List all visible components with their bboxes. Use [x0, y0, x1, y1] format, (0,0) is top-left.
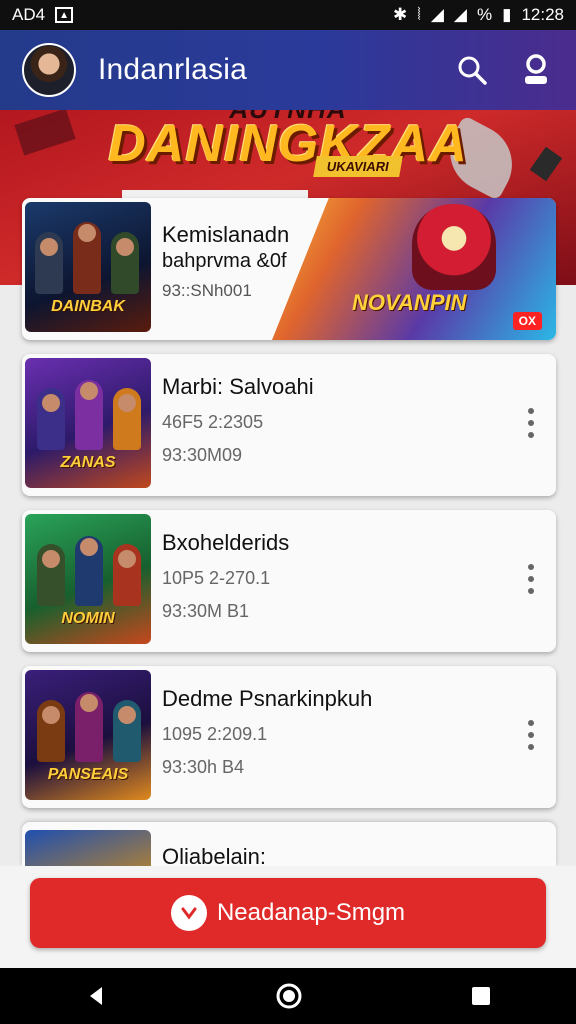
- clock: 12:28: [521, 5, 564, 24]
- battery-percent: %: [476, 5, 493, 24]
- more-options-button[interactable]: [524, 408, 538, 438]
- featured-game-card[interactable]: DAINBAK NOVANPIN OX Kemislanadn bahprvma…: [22, 198, 556, 340]
- game-subtitle: bahprvma &0f: [162, 250, 287, 272]
- notification-icon: ▲: [55, 7, 74, 23]
- recents-icon[interactable]: [470, 985, 492, 1007]
- game-title: Marbi: Salvoahi: [162, 374, 314, 399]
- game-meta: 10P5 2-270.1: [162, 568, 271, 588]
- game-title: Bxohelderids: [162, 530, 290, 555]
- search-icon: [458, 56, 487, 85]
- app-title: Indanrlasia: [98, 53, 247, 86]
- more-vert-icon: [528, 408, 534, 414]
- character-head: [40, 238, 58, 256]
- character-head: [118, 550, 136, 568]
- game-meta: 93::SNh001: [162, 281, 252, 300]
- character-head: [42, 706, 60, 724]
- game-card[interactable]: PANSEAIS Dedme Psnarkinpkuh 1095 2:209.1…: [22, 666, 556, 808]
- game-thumbnail: ZANAS: [25, 358, 151, 488]
- status-bar: AD4 ▲ ✱ ⦚ ◢ ◢ % ▮ 12:28: [0, 0, 576, 30]
- game-card-partial[interactable]: Oliabelain:: [22, 822, 556, 866]
- game-card[interactable]: ZANAS Marbi: Salvoahi 46F5 2:2305 93:30M…: [22, 354, 556, 496]
- game-info: Bxohelderids 10P5 2-270.1 93:30M B1: [162, 530, 289, 622]
- carrier-label: AD4: [12, 5, 46, 24]
- more-options-button[interactable]: [524, 564, 538, 594]
- bluetooth-icon: ✱: [393, 5, 408, 24]
- character-head: [80, 694, 98, 712]
- app-bar: Indanrlasia: [0, 30, 576, 110]
- character-head: [80, 538, 98, 556]
- game-list: DAINBAK NOVANPIN OX Kemislanadn bahprvma…: [22, 198, 556, 822]
- artwork-label: NOVANPIN: [352, 290, 467, 315]
- game-thumbnail: PANSEAIS: [25, 670, 151, 800]
- signal-icon: ◢: [453, 5, 467, 24]
- game-title: Kemislanadn: [162, 222, 290, 247]
- game-thumbnail: NOMIN: [25, 514, 151, 644]
- download-icon: [170, 895, 207, 931]
- more-options-button[interactable]: [524, 720, 538, 750]
- robot-character: [412, 204, 496, 290]
- game-meta: 93:30M B1: [162, 601, 250, 621]
- vibrate-icon: ⦚: [417, 5, 421, 24]
- avatar[interactable]: [22, 43, 76, 97]
- profile-icon: [525, 54, 547, 84]
- system-nav-bar: [0, 968, 576, 1024]
- banner-logo: DANINGKZAA: [108, 115, 468, 173]
- character-head: [118, 706, 136, 724]
- thumbnail-title: NOMIN: [61, 610, 115, 627]
- game-meta: 93:30M09: [162, 445, 243, 465]
- thumbnail-title: PANSEAIS: [47, 766, 129, 783]
- character-head: [80, 382, 98, 400]
- game-info: Marbi: Salvoahi 46F5 2:2305 93:30M09: [162, 374, 314, 466]
- game-meta: 46F5 2:2305: [162, 412, 264, 432]
- game-info: Dedme Psnarkinpkuh 1095 2:209.1 93:30h B…: [162, 686, 372, 778]
- game-title: Oliabelain:: [162, 844, 266, 866]
- thumbnail-title: ZANAS: [60, 454, 116, 471]
- back-icon[interactable]: [84, 984, 108, 1008]
- thumbnail-title: DAINBAK: [51, 298, 125, 315]
- character-head: [42, 550, 60, 568]
- character-head: [116, 238, 134, 256]
- banner-tag: UKAVIARI: [313, 156, 403, 177]
- search-button[interactable]: [450, 48, 494, 92]
- artwork-badge: OX: [512, 312, 542, 330]
- character-head: [42, 394, 60, 412]
- game-thumbnail: [25, 830, 151, 866]
- character-head: [118, 394, 136, 412]
- game-meta: 93:30h B4: [162, 757, 245, 777]
- battery-icon: ▮: [502, 5, 512, 24]
- more-vert-icon: [528, 720, 534, 726]
- home-icon[interactable]: [275, 982, 303, 1010]
- game-meta: 1095 2:209.1: [162, 724, 268, 744]
- featured-artwork: NOVANPIN OX: [272, 198, 556, 340]
- more-vert-icon: [528, 564, 534, 570]
- bottom-action-panel: Neadanap-Smgm: [0, 866, 576, 968]
- wifi-icon: ◢: [430, 5, 444, 24]
- game-card[interactable]: NOMIN Bxohelderids 10P5 2-270.1 93:30M B…: [22, 510, 556, 652]
- profile-button[interactable]: [514, 48, 558, 92]
- primary-action-label: Neadanap-Smgm: [216, 899, 406, 926]
- game-info: Kemislanadn bahprvma &0f 93::SNh001: [162, 222, 289, 301]
- game-thumbnail: DAINBAK: [25, 202, 151, 332]
- character-head: [78, 224, 96, 242]
- game-title: Dedme Psnarkinpkuh: [162, 686, 373, 711]
- primary-action-button[interactable]: Neadanap-Smgm: [30, 878, 546, 948]
